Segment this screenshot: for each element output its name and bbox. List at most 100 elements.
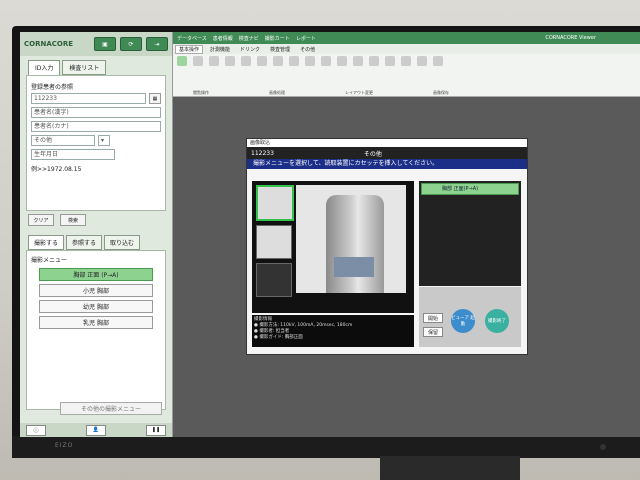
capture-end-button[interactable]: 撮影終了 (485, 309, 509, 333)
left-footer: ⓘ 👤 ❚❚ (20, 423, 172, 437)
group-label-layout: レイアウト変更 (345, 90, 373, 95)
left-panel: CORNACORE ▣ ⟳ ⇥ ID入力 検査リスト 登録患者の参照 11223… (20, 32, 173, 437)
tab-basic[interactable]: 基本操作 (175, 44, 204, 54)
queue-panel: 胸部 正面(P→A) (419, 181, 521, 286)
dialog-message: 撮影メニューを選択して、読取装置にカセッテを挿入してください。 (247, 159, 527, 169)
thumbnail-strip (256, 185, 294, 305)
thumbnail-icon[interactable] (415, 56, 429, 68)
pause-icon[interactable]: ❚❚ (146, 424, 166, 436)
dob-example: 例>>1972.08.15 (31, 166, 82, 173)
invert-icon[interactable] (319, 56, 333, 68)
user-icon[interactable]: 👤 (86, 424, 106, 436)
start-button[interactable]: 開始 (423, 313, 443, 323)
form-title: 登録患者の参照 (31, 84, 74, 91)
top-link-report[interactable]: レポート (296, 35, 316, 42)
exit-icon[interactable]: ⇥ (146, 37, 168, 51)
capture-menu: 撮影メニュー 胸部 正面 (P→A) 小児 胸部 幼児 胸部 乳児 胸部 (26, 250, 166, 410)
contrast-icon[interactable] (207, 56, 221, 68)
menu-item-child-chest[interactable]: 小児 胸部 (39, 284, 153, 297)
name-kanji-field[interactable]: 患者名(漢字) (31, 107, 161, 118)
monitor-brand: EIZO (55, 442, 74, 449)
tab-exam-manage[interactable]: 検査管理 (267, 46, 293, 53)
clear-button[interactable]: クリア (28, 214, 54, 226)
main-image (296, 185, 406, 293)
info-icon[interactable]: ⓘ (26, 424, 46, 436)
search-button[interactable]: 検索 (60, 214, 86, 226)
layout-icon[interactable] (367, 56, 381, 68)
patient-search-form: 登録患者の参照 112233 ▦ 患者名(漢字) 患者名(カナ) その他 ▾ 生… (26, 75, 166, 211)
next-page-icon[interactable] (399, 56, 413, 68)
screen: CORNACORE ▣ ⟳ ⇥ ID入力 検査リスト 登録患者の参照 11223… (20, 32, 640, 437)
tab-exam-list[interactable]: 検査リスト (62, 60, 107, 75)
queue-item[interactable]: 胸部 正面(P→A) (421, 183, 519, 195)
print-icon[interactable] (431, 56, 445, 68)
patient-shorts (334, 257, 374, 277)
power-button[interactable] (600, 444, 606, 450)
viewer: データベース 患者情報 検査ナビ 撮影カート レポート CORNACORE Vi… (173, 32, 640, 437)
top-link-cart[interactable]: 撮影カート (265, 35, 290, 42)
screen-icon[interactable]: ▣ (94, 37, 116, 51)
dialog-patient-id: 112233 (251, 149, 274, 157)
tab-id-input[interactable]: ID入力 (28, 60, 61, 75)
top-link-db[interactable]: データベース (177, 35, 207, 42)
tab-import[interactable]: 取り込む (104, 235, 141, 250)
prev-page-icon[interactable] (383, 56, 397, 68)
thumbnail-empty[interactable] (256, 225, 292, 259)
tab-other[interactable]: その他 (297, 46, 318, 53)
zoom-out-icon[interactable] (239, 56, 253, 68)
viewer-title: CORNACORE Viewer (545, 35, 596, 41)
undo-icon[interactable] (351, 56, 365, 68)
flip-icon[interactable] (303, 56, 317, 68)
info-line: ● 撮影ガイド: 胸部正面 (254, 335, 303, 340)
loupe-icon[interactable] (255, 56, 269, 68)
viewer-tabs: 基本操作 計測機能 ドリンク 検査管理 その他 (173, 44, 640, 54)
menu-item-chest-pa[interactable]: 胸部 正面 (P→A) (39, 268, 153, 281)
id-tabs: ID入力 検査リスト (20, 56, 172, 75)
group-label-save: 画像保存 (433, 90, 449, 95)
monitor-stand (380, 456, 520, 480)
tab-measure[interactable]: 計測機能 (207, 46, 233, 53)
thumbnail-xray[interactable] (256, 263, 292, 297)
menu-item-baby-chest[interactable]: 乳児 胸部 (39, 316, 153, 329)
group-label-image: 画像処理 (269, 90, 285, 95)
refresh-icon[interactable]: ⟳ (120, 37, 142, 51)
image-area (252, 181, 414, 313)
top-link-patient[interactable]: 患者情報 (213, 35, 233, 42)
dialog-header: 112233 その他 (247, 147, 527, 159)
dob-field[interactable]: 生年月日 (31, 149, 115, 160)
rotate-icon[interactable] (287, 56, 301, 68)
menu-item-infant-chest[interactable]: 幼児 胸部 (39, 300, 153, 313)
tab-capture[interactable]: 撮影する (28, 235, 65, 250)
zoom-in-icon[interactable] (223, 56, 237, 68)
viewer-launch-button[interactable]: ビューア 起動 (451, 309, 475, 333)
dialog-window-title: 画像取込 (247, 139, 527, 147)
ribbon-group-labels: 閲覧操作 画像処理 レイアウト変更 画像保存 (173, 90, 640, 98)
name-kana-field[interactable]: 患者名(カナ) (31, 121, 161, 132)
monitor-bottom-bezel (12, 436, 640, 458)
left-header: CORNACORE ▣ ⟳ ⇥ (20, 32, 172, 56)
chevron-down-icon[interactable]: ▾ (98, 135, 110, 146)
app-logo: CORNACORE (24, 40, 74, 48)
exam-tabs: 撮影する 参照する 取り込む (20, 229, 172, 250)
capture-dialog: 画像取込 112233 その他 撮影メニューを選択して、読取装置にカセッテを挿入… (246, 138, 528, 355)
top-link-nav[interactable]: 検査ナビ (239, 35, 259, 42)
patient-id-field[interactable]: 112233 (31, 93, 146, 104)
tab-reference[interactable]: 参照する (66, 235, 103, 250)
group-label-view: 閲覧操作 (193, 90, 209, 95)
keypad-icon[interactable]: ▦ (149, 93, 161, 104)
pan-icon[interactable] (271, 56, 285, 68)
reset-icon[interactable] (335, 56, 349, 68)
select-icon[interactable] (175, 56, 189, 68)
thumbnail-selected[interactable] (256, 185, 294, 221)
dialog-section: その他 (363, 150, 382, 158)
grab-icon[interactable] (191, 56, 205, 68)
hold-button[interactable]: 保留 (423, 327, 443, 337)
info-panel: 撮影情報 ● 撮影方法: 110kV, 100mA, 20msec, 180cm… (252, 315, 414, 347)
patient-figure (326, 195, 384, 293)
viewer-topbar: データベース 患者情報 検査ナビ 撮影カート レポート CORNACORE Vi… (173, 32, 640, 44)
control-panel: 開始 保留 ビューア 起動 撮影終了 (419, 287, 521, 347)
tab-drink[interactable]: ドリンク (237, 46, 263, 53)
other-field[interactable]: その他 (31, 135, 95, 146)
form-buttons: クリア 検索 (20, 211, 172, 229)
other-menu-button[interactable]: その他の撮影メニュー (60, 402, 162, 415)
